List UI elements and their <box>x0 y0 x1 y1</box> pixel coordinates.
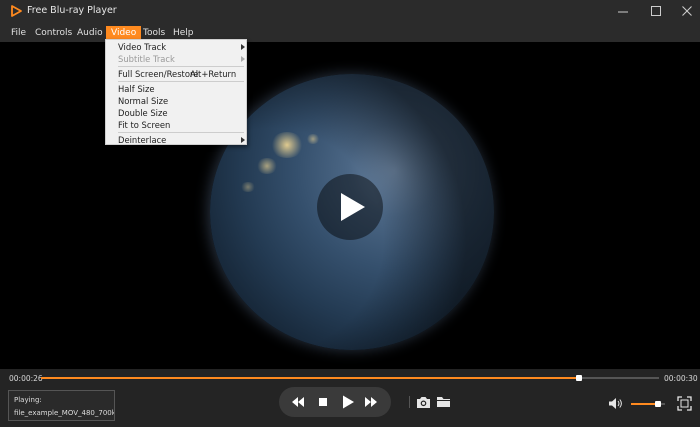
camera-icon[interactable] <box>416 396 431 409</box>
close-icon[interactable] <box>680 4 694 18</box>
stop-icon[interactable] <box>315 394 331 410</box>
divider <box>409 396 410 408</box>
menu-item-half-size[interactable]: Half Size <box>106 83 246 95</box>
menu-item-subtitle-track: Subtitle Track <box>106 53 246 65</box>
fullscreen-icon[interactable] <box>677 396 692 411</box>
maximize-icon[interactable] <box>649 4 663 18</box>
play-icon[interactable] <box>340 394 356 410</box>
submenu-arrow-icon <box>241 56 245 62</box>
total-time: 00:00:30 <box>664 374 698 383</box>
seek-bar[interactable] <box>41 375 659 381</box>
play-icon <box>341 193 365 221</box>
menu-item-normal-size[interactable]: Normal Size <box>106 95 246 107</box>
menu-accelerator: Alt+Return <box>190 69 237 79</box>
menu-controls[interactable]: Controls <box>30 26 77 40</box>
volume-icon[interactable] <box>608 397 623 410</box>
menu-separator <box>118 81 244 82</box>
menu-item-double-size[interactable]: Double Size <box>106 107 246 119</box>
volume-slider-handle[interactable] <box>655 401 662 407</box>
center-play-button[interactable] <box>317 174 383 240</box>
folder-icon[interactable] <box>436 396 451 408</box>
menu-help[interactable]: Help <box>168 26 199 40</box>
now-playing-panel: Playing: file_example_MOV_480_700kB.mov <box>8 390 115 421</box>
menu-item-full-screen[interactable]: Full Screen/Restore Alt+Return <box>106 68 246 80</box>
window-title: Free Blu-ray Player <box>27 5 117 16</box>
control-bar: 00:00:26 00:00:30 Playing: file_example_… <box>0 369 700 427</box>
now-playing-file: file_example_MOV_480_700kB.mov <box>14 409 114 417</box>
seek-bar-fill <box>41 377 579 379</box>
seek-bar-handle[interactable] <box>575 375 582 381</box>
now-playing-label: Playing: <box>14 396 42 404</box>
submenu-arrow-icon <box>241 44 245 50</box>
minimize-icon[interactable] <box>616 4 630 18</box>
menu-audio[interactable]: Audio <box>72 26 108 40</box>
volume-slider-fill <box>631 403 659 405</box>
title-bar: Free Blu-ray Player <box>0 0 700 23</box>
menu-item-deinterlace[interactable]: Deinterlace <box>106 134 246 146</box>
menu-video[interactable]: Video <box>106 26 142 40</box>
menu-tools[interactable]: Tools <box>138 26 170 40</box>
current-time: 00:00:26 <box>9 374 43 383</box>
menu-separator <box>118 132 244 133</box>
video-menu-dropdown: Video Track Subtitle Track Full Screen/R… <box>105 39 247 145</box>
transport-controls <box>279 387 391 417</box>
menu-item-fit-to-screen[interactable]: Fit to Screen <box>106 119 246 131</box>
app-logo-icon <box>11 5 22 17</box>
volume-slider[interactable] <box>631 401 665 407</box>
menu-separator <box>118 66 244 67</box>
submenu-arrow-icon <box>241 137 245 143</box>
menu-file[interactable]: File <box>6 26 31 40</box>
rewind-icon[interactable] <box>290 394 306 410</box>
menu-item-video-track[interactable]: Video Track <box>106 41 246 53</box>
fast-forward-icon[interactable] <box>363 394 379 410</box>
